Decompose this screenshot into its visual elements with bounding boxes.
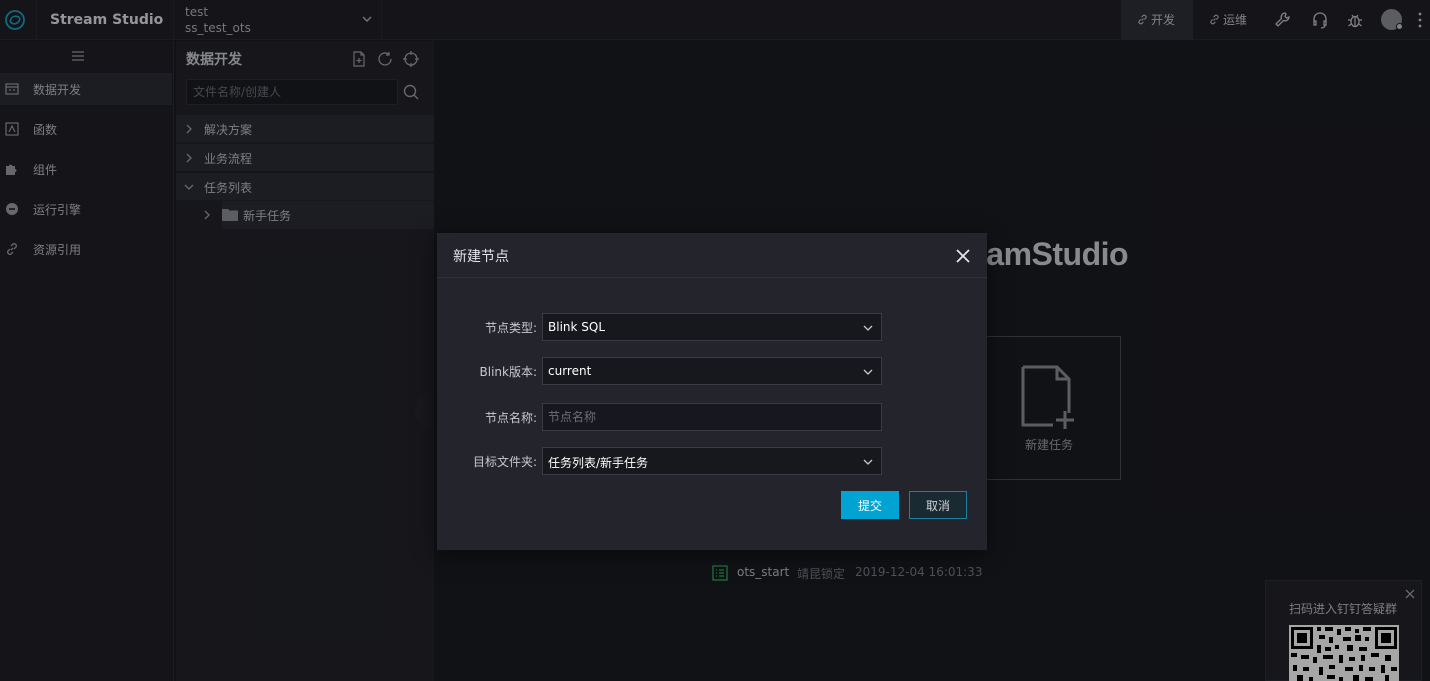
node-name-input[interactable] — [542, 403, 882, 431]
node-name-label: 节点名称: — [484, 411, 537, 425]
node-type-select[interactable]: Blink SQL — [542, 313, 882, 341]
target-folder-select[interactable]: 任务列表/新手任务 — [542, 447, 882, 475]
chevron-down-icon — [863, 369, 873, 375]
new-node-dialog: 新建节点 节点类型: Blink SQL Blink版本: current 节点… — [437, 233, 987, 550]
dialog-title: 新建节点 — [453, 249, 509, 265]
blink-version-label: Blink版本: — [479, 365, 538, 379]
chevron-down-icon — [863, 459, 873, 465]
blink-version-select[interactable]: current — [542, 357, 882, 385]
node-type-label: 节点类型: — [484, 321, 537, 335]
cancel-button[interactable]: 取消 — [909, 491, 967, 519]
submit-button[interactable]: 提交 — [841, 491, 899, 519]
target-folder-value: 任务列表/新手任务 — [548, 456, 649, 470]
dialog-header: 新建节点 — [437, 233, 987, 278]
chevron-down-icon — [863, 325, 873, 331]
target-folder-label: 目标文件夹: — [472, 455, 537, 469]
close-icon[interactable] — [956, 249, 970, 263]
node-type-value: Blink SQL — [548, 320, 606, 334]
blink-version-value: current — [548, 364, 592, 378]
